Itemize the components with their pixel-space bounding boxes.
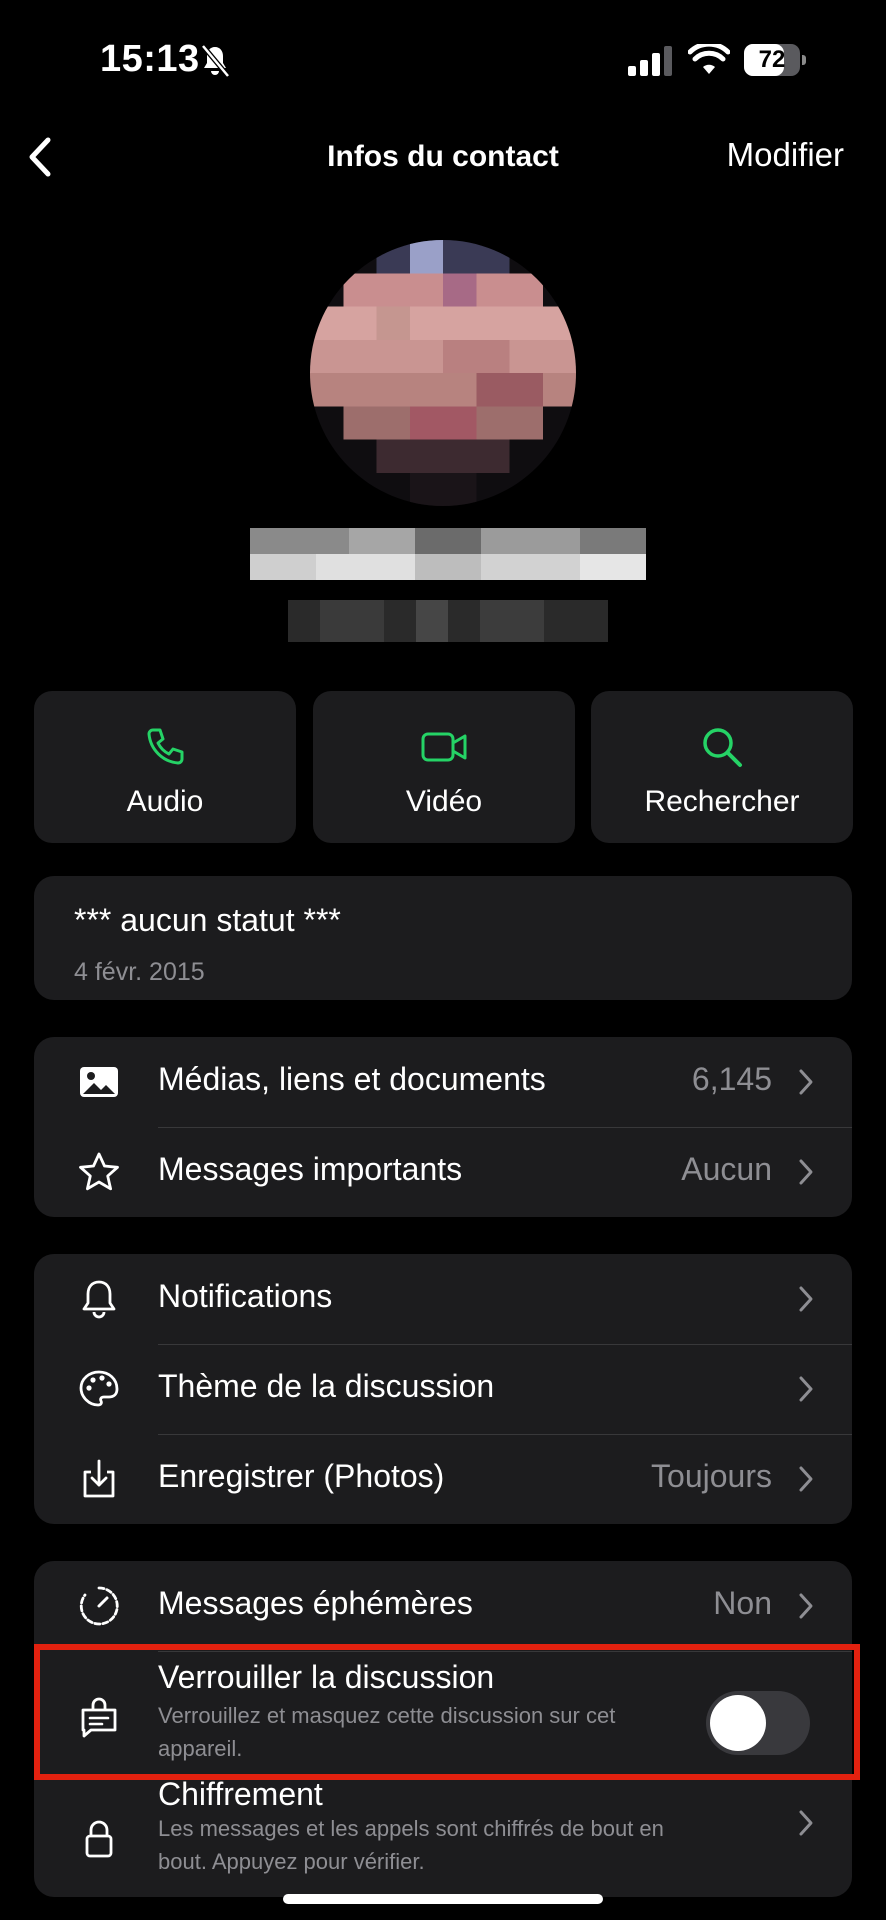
encryption-description: Les messages et les appels sont chiffrés… [158,1816,664,1874]
chat-theme-row[interactable]: Thème de la discussion [34,1344,852,1434]
battery-indicator: 72 [744,44,806,76]
phone-icon [147,728,184,765]
contact-name-redacted [250,528,646,580]
encryption-row[interactable]: Chiffrement Les messages et les appels s… [34,1776,852,1897]
media-links-docs-row[interactable]: Médias, liens et documents 6,145 [34,1037,852,1127]
image-icon [80,1067,118,1097]
about-date: 4 févr. 2015 [74,958,205,986]
video-call-button[interactable]: Vidéo [313,691,575,843]
download-icon [83,1459,115,1498]
status-time: 15:13 [100,38,200,80]
avatar[interactable] [310,240,576,506]
chevron-right-icon [799,1286,813,1312]
star-icon [79,1152,119,1191]
disappearing-messages-row[interactable]: Messages éphémères Non [34,1561,852,1651]
save-label: Enregistrer (Photos) [158,1458,445,1494]
search-label: Rechercher [644,785,800,818]
settings-card: Notifications Thème de la discussion Enr… [34,1254,852,1524]
contact-number-redacted [288,600,608,642]
disappearing-label: Messages éphémères [158,1585,473,1621]
audio-label: Audio [126,785,204,818]
edit-button[interactable]: Modifier [727,136,844,174]
chevron-right-icon [799,1810,813,1836]
search-button[interactable]: Rechercher [591,691,853,843]
save-value: Toujours [651,1458,772,1494]
disappearing-value: Non [713,1585,772,1621]
bell-icon [82,1280,116,1319]
encryption-title: Chiffrement [158,1776,323,1812]
chevron-right-icon [799,1466,813,1492]
battery-percentage: 72 [758,46,786,73]
wifi-icon [688,44,730,74]
chevron-right-icon [799,1593,813,1619]
media-count: 6,145 [691,1061,772,1097]
bell-off-icon [201,44,230,78]
theme-label: Thème de la discussion [158,1368,495,1404]
starred-label: Messages importants [158,1151,463,1187]
starred-value: Aucun [681,1151,772,1187]
home-indicator[interactable] [283,1894,603,1904]
palette-icon [79,1370,119,1407]
save-to-photos-row[interactable]: Enregistrer (Photos) Toujours [34,1434,852,1524]
about-status: *** aucun statut *** [74,902,341,938]
audio-call-button[interactable]: Audio [34,691,296,843]
chevron-right-icon [799,1159,813,1185]
media-label: Médias, liens et documents [158,1061,546,1097]
media-card: Médias, liens et documents 6,145 Message… [34,1037,852,1217]
about-card[interactable]: *** aucun statut *** 4 févr. 2015 [34,876,852,1000]
notifications-row[interactable]: Notifications [34,1254,852,1344]
timer-icon [79,1586,119,1626]
chevron-right-icon [799,1069,813,1095]
starred-messages-row[interactable]: Messages importants Aucun [34,1127,852,1217]
highlight-annotation [34,1644,860,1780]
signal-icon [628,46,672,76]
search-icon [703,728,742,767]
lock-icon [85,1820,113,1858]
video-label: Vidéo [405,785,483,818]
notifications-label: Notifications [158,1278,333,1314]
video-icon [421,732,467,762]
chevron-right-icon [799,1376,813,1402]
